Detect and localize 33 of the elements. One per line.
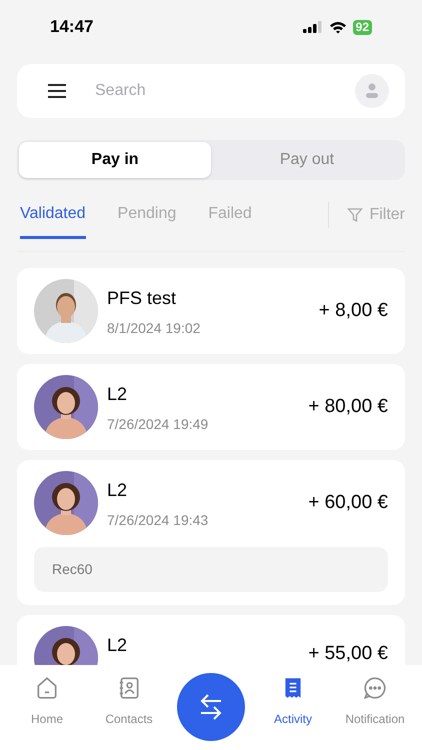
filter-tab[interactable]: Validated [20,202,86,239]
transaction-note: Rec60 [34,547,388,592]
segment-tab[interactable]: Pay in [19,142,211,178]
transaction-card[interactable]: L2 + 55,00 € [17,615,405,665]
transaction-amount: + 80,00 € [308,394,388,419]
transaction-date: 7/26/2024 19:43 [107,511,208,530]
nav-tab[interactable]: Home [6,675,88,728]
signal-icon [302,21,323,33]
transaction-card[interactable]: L2 7/26/2024 19:43 + 60,00 € Rec60 [17,460,405,605]
swap-arrows-icon [199,693,223,721]
payer-name: L2 [107,634,128,657]
wifi-icon [328,20,347,34]
transaction-card[interactable]: PFS test 8/1/2024 19:02 + 8,00 € [17,268,405,354]
segment-tab[interactable]: Pay out [211,142,403,178]
search-bar[interactable]: Search [17,64,405,118]
battery-indicator: 92 [352,20,372,34]
status-time: 14:47 [50,16,94,38]
payer-name: L2 [107,479,128,502]
payer-name: PFS test [107,287,178,310]
nav-tab[interactable]: Contacts [88,675,170,728]
menu-icon[interactable] [47,83,67,99]
transaction-date: 7/26/2024 19:49 [107,415,208,434]
transaction-date: 8/1/2024 19:02 [107,319,200,338]
transaction-amount: + 8,00 € [318,298,388,323]
transaction-card[interactable]: L2 7/26/2024 19:49 + 80,00 € [17,364,405,450]
transaction-amount: + 55,00 € [308,642,388,665]
nav-tab[interactable]: Activity [252,675,334,728]
nav-tab[interactable]: Notification [334,675,416,728]
transaction-amount: + 60,00 € [308,490,388,515]
payer-name: L2 [107,383,128,406]
chat-bubble-icon [362,675,388,701]
person-icon [365,83,379,99]
search-input[interactable]: Search [95,79,355,103]
